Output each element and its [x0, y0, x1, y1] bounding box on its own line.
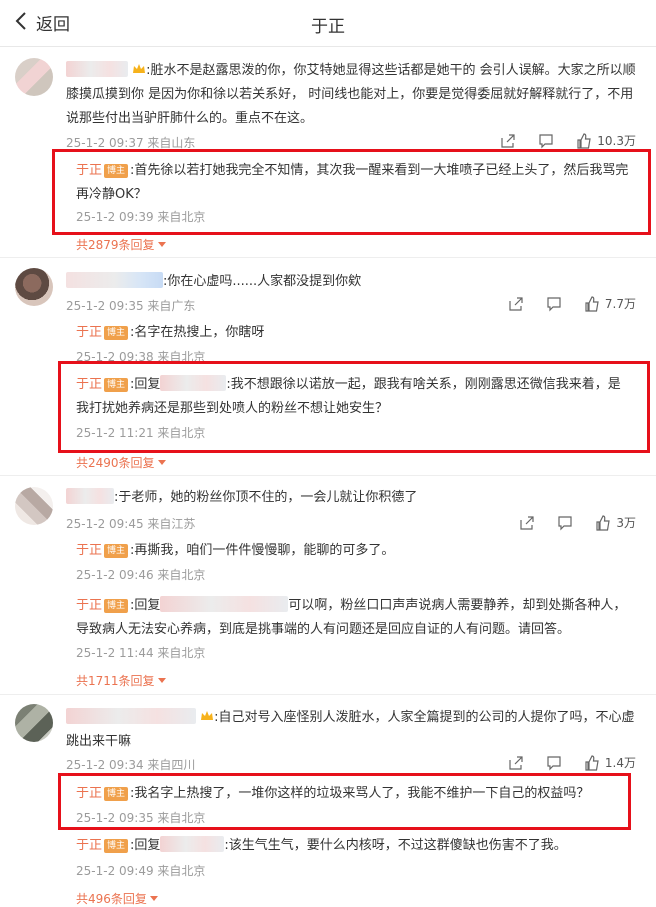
like-count: 10.3万 — [597, 134, 636, 148]
more-replies-link[interactable]: 共2879条回复 — [76, 236, 166, 253]
comment-icon[interactable] — [557, 515, 573, 531]
reply-meta: 25-1-2 11:44 来自北京 — [76, 646, 206, 660]
caret-down-icon — [157, 460, 166, 465]
page-title: 于正 — [311, 17, 345, 37]
username-redacted[interactable] — [66, 488, 114, 504]
comment-text: :于老师，她的粉丝你顶不住的，一会儿就让你积德了 — [66, 486, 640, 510]
thumbs-up-icon[interactable] — [584, 754, 600, 771]
reply-author[interactable]: 于正 — [76, 543, 102, 558]
avatar[interactable] — [15, 268, 53, 306]
divider — [0, 694, 656, 695]
reply-author[interactable]: 于正 — [76, 325, 102, 340]
reply-text: 于正 博主:回复:该生气生气，要什么内核呀，不过这群傻缺也伤害不了我。 — [76, 836, 567, 853]
comment-icon[interactable] — [538, 133, 554, 149]
more-replies-link[interactable]: 共496条回复 — [76, 890, 158, 907]
username-redacted[interactable] — [66, 61, 128, 77]
comment-actions: 3万 — [497, 514, 636, 531]
like-count: 3万 — [616, 516, 636, 530]
comment-text: :自己对号入座怪别人泼脏水，人家全篇提到的公司的人提你了吗，不心虚跳出来干嘛 — [66, 708, 635, 749]
crown-icon — [201, 711, 214, 720]
highlight-box — [52, 149, 651, 235]
blogger-badge: 博主 — [104, 839, 129, 853]
top-bar: 返回 于正 — [0, 0, 656, 47]
share-icon[interactable] — [508, 755, 524, 771]
thumbs-up-icon[interactable] — [576, 132, 592, 149]
reply-author[interactable]: 于正 — [76, 838, 102, 853]
thumbs-up-icon[interactable] — [595, 514, 611, 531]
blogger-badge: 博主 — [104, 326, 129, 340]
username-redacted[interactable] — [160, 596, 289, 612]
comment-icon[interactable] — [546, 296, 562, 312]
blogger-badge: 博主 — [104, 599, 129, 613]
share-icon[interactable] — [500, 133, 516, 149]
like-count: 7.7万 — [604, 297, 636, 311]
comment-text: :脏水不是赵露思泼的你，你艾特她显得这些话都是她干的 会引人误解。大家之所以顺膝… — [66, 61, 636, 126]
reply-text: 于正 博主:名字在热搜上，你瞎呀 — [76, 325, 265, 340]
comment-actions: 1.4万 — [486, 754, 636, 771]
comment-actions: 10.3万 — [478, 132, 636, 149]
comment-meta: 25-1-2 09:45 来自江苏 — [66, 517, 196, 531]
username-redacted[interactable] — [160, 836, 225, 852]
more-replies-link[interactable]: 共2490条回复 — [76, 454, 166, 471]
divider — [0, 475, 656, 476]
crown-icon — [133, 64, 146, 73]
share-icon[interactable] — [519, 515, 535, 531]
share-icon[interactable] — [508, 296, 524, 312]
username-redacted[interactable] — [66, 272, 163, 288]
avatar[interactable] — [15, 58, 53, 96]
more-replies-link[interactable]: 共1711条回复 — [76, 672, 166, 689]
avatar[interactable] — [15, 487, 53, 525]
thumbs-up-icon[interactable] — [584, 295, 600, 312]
comment-text: :你在心虚吗......人家都没提到你欸 — [66, 270, 640, 294]
highlight-box — [58, 773, 631, 830]
caret-down-icon — [149, 896, 158, 901]
caret-down-icon — [157, 678, 166, 683]
blogger-badge: 博主 — [104, 544, 129, 558]
divider — [0, 257, 656, 258]
comment-meta: 25-1-2 09:35 来自广东 — [66, 299, 196, 313]
highlight-box — [58, 361, 650, 453]
comment-icon[interactable] — [546, 755, 562, 771]
caret-down-icon — [157, 242, 166, 247]
comment-meta: 25-1-2 09:34 来自四川 — [66, 758, 196, 772]
username-redacted[interactable] — [66, 708, 196, 724]
comment-actions: 7.7万 — [486, 295, 636, 312]
reply-meta: 25-1-2 09:49 来自北京 — [76, 864, 206, 878]
reply-meta: 25-1-2 09:46 来自北京 — [76, 568, 206, 582]
avatar[interactable] — [15, 704, 53, 742]
reply-author[interactable]: 于正 — [76, 598, 102, 613]
reply-text: 于正 博主:回复 可以啊，粉丝口口声声说病人需要静养，却到处撕各种人，导致病人无法安… — [76, 596, 627, 637]
reply-text: 于正 博主:再撕我，咱们一件件慢慢聊，能聊的可多了。 — [76, 543, 395, 558]
like-count: 1.4万 — [604, 756, 636, 770]
